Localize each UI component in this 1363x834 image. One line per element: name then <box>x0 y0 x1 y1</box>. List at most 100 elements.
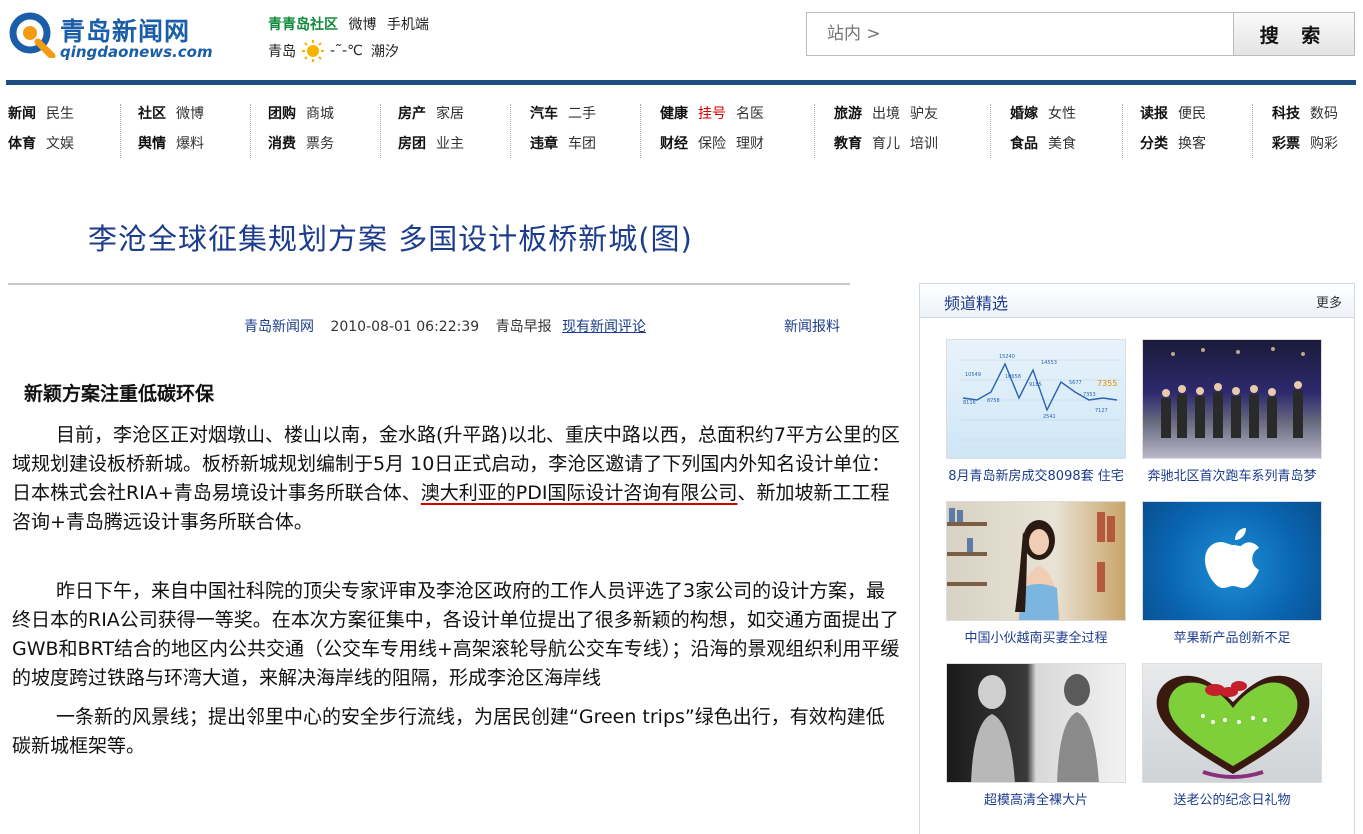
chart-value: 14553 <box>1041 360 1057 366</box>
nav-link[interactable]: 彩票 <box>1272 136 1300 152</box>
nav-link[interactable]: 房团 <box>398 136 426 152</box>
apple-product-thumbnail[interactable] <box>1142 501 1322 621</box>
chart-value: 9185 <box>1029 382 1042 388</box>
weather-widget: 青岛 -˜-℃ 潮汐 <box>268 40 399 62</box>
nav-link[interactable]: 爆料 <box>176 136 204 152</box>
nav-group-shopping: 团购 商城 消费 票务 <box>268 100 344 160</box>
nav-link[interactable]: 科技 <box>1272 106 1300 122</box>
chart-value: 10549 <box>965 372 981 378</box>
article-body: 新颖方案注重低碳环保 目前，李沧区正对烟墩山、楼山以南，金水路(升平路)以北、重… <box>12 380 902 761</box>
nav-group-wedding: 婚嫁 女性 食品 美食 <box>1010 100 1086 160</box>
weather-city: 青岛 <box>268 44 296 60</box>
nav-link[interactable]: 食品 <box>1010 136 1038 152</box>
thumbnail-caption[interactable]: 送老公的纪念日礼物 <box>1134 789 1330 808</box>
comments-link[interactable]: 现有新闻评论 <box>562 319 646 335</box>
chart-value: 10658 <box>1005 374 1021 380</box>
logo-mark-icon <box>9 12 56 58</box>
nav-link[interactable]: 新闻 <box>8 106 36 122</box>
chart-value: 7353 <box>1083 392 1096 398</box>
model-photo-thumbnail[interactable] <box>946 663 1126 783</box>
channel-picks-panel: 频道精选 更多 10549 15240 14553 8116 8758 1065… <box>919 283 1355 834</box>
panel-title: 频道精选 <box>944 294 1009 313</box>
nav-link[interactable]: 财经 <box>660 136 688 152</box>
thumbnail-caption[interactable]: 苹果新产品创新不足 <box>1134 627 1330 646</box>
nav-link[interactable]: 购彩 <box>1310 136 1338 152</box>
nav-link[interactable]: 育儿 <box>872 136 900 152</box>
community-link[interactable]: 青青岛社区 <box>268 17 338 33</box>
nav-group-tech: 科技 数码 彩票 购彩 <box>1272 100 1338 160</box>
site-logo[interactable]: 青岛新闻网 qingdaonews.com <box>8 10 223 66</box>
nav-group-community: 社区 微博 舆情 爆料 <box>138 100 214 160</box>
nav-link[interactable]: 出境 <box>872 106 900 122</box>
portrait-thumbnail[interactable] <box>946 501 1126 621</box>
nav-group-paper: 读报 便民 分类 换客 <box>1140 100 1216 160</box>
nav-divider <box>120 104 121 158</box>
nav-link[interactable]: 数码 <box>1310 106 1338 122</box>
nav-link[interactable]: 美食 <box>1048 136 1076 152</box>
event-photo-graphic <box>1161 347 1305 438</box>
nav-link[interactable]: 消费 <box>268 136 296 152</box>
nav-link[interactable]: 舆情 <box>138 136 166 152</box>
nav-divider <box>250 104 251 158</box>
article-source: 青岛新闻网 <box>244 319 314 335</box>
nav-link[interactable]: 业主 <box>436 136 464 152</box>
nav-link[interactable]: 民生 <box>46 106 74 122</box>
article-title: 李沧全球征集规划方案 多国设计板桥新城(图) <box>88 222 693 256</box>
highlighted-company: 澳大利亚的PDI国际设计咨询有限公司 <box>420 482 738 504</box>
nav-link[interactable]: 女性 <box>1048 106 1076 122</box>
article-meta: 青岛新闻网 2010-08-01 06:22:39 青岛早报 现有新闻评论 <box>244 316 646 336</box>
car-event-thumbnail[interactable] <box>1142 339 1322 459</box>
nav-divider <box>640 104 641 158</box>
nav-link[interactable]: 社区 <box>138 106 166 122</box>
panel-header: 频道精选 更多 <box>920 284 1354 318</box>
more-link[interactable]: 更多 <box>1316 292 1342 311</box>
nav-link[interactable]: 汽车 <box>530 106 558 122</box>
nav-link[interactable]: 团购 <box>268 106 296 122</box>
tide-link[interactable]: 潮汐 <box>371 41 399 61</box>
nav-link[interactable]: 微博 <box>176 106 204 122</box>
thumbnail-caption[interactable]: 超模高清全裸大片 <box>938 789 1134 808</box>
thumbnail-caption[interactable]: 8月青岛新房成交8098套 住宅 <box>938 465 1134 484</box>
nav-link[interactable]: 婚嫁 <box>1010 106 1038 122</box>
nav-divider <box>814 104 815 158</box>
nav-link[interactable]: 旅游 <box>834 106 862 122</box>
search-input[interactable] <box>807 13 1233 55</box>
nav-link[interactable]: 体育 <box>8 136 36 152</box>
nav-link[interactable]: 教育 <box>834 136 862 152</box>
nav-group-news: 新闻 民生 体育 文娱 <box>8 100 84 160</box>
nav-link[interactable]: 车团 <box>568 136 596 152</box>
article-paragraph: 昨日下午，来自中国社科院的顶尖专家评审及李沧区政府的工作人员评选了3家公司的设计… <box>12 580 900 689</box>
nav-link[interactable]: 理财 <box>736 136 764 152</box>
news-tip-link[interactable]: 新闻报料 <box>784 316 840 336</box>
nav-link[interactable]: 培训 <box>910 136 938 152</box>
nav-link[interactable]: 文娱 <box>46 136 74 152</box>
chart-value: 5677 <box>1069 380 1082 386</box>
nav-link[interactable]: 房产 <box>398 106 426 122</box>
search-button[interactable]: 搜 索 <box>1233 12 1355 56</box>
nav-link[interactable]: 家居 <box>436 106 464 122</box>
nav-link[interactable]: 票务 <box>306 136 334 152</box>
thumbnail-caption[interactable]: 中国小伙越南买妻全过程 <box>938 627 1134 646</box>
article-datetime: 2010-08-01 06:22:39 <box>330 319 480 335</box>
cake-gift-thumbnail[interactable] <box>1142 663 1322 783</box>
housing-chart-thumbnail[interactable]: 10549 15240 14553 8116 8758 10658 9185 5… <box>946 339 1126 459</box>
nav-link[interactable]: 商城 <box>306 106 334 122</box>
nav-link[interactable]: 读报 <box>1140 106 1168 122</box>
weibo-link[interactable]: 微博 <box>348 17 376 33</box>
mobile-link[interactable]: 手机端 <box>387 17 429 33</box>
nav-link[interactable]: 名医 <box>736 106 764 122</box>
nav-link[interactable]: 保险 <box>698 136 726 152</box>
nav-link[interactable]: 便民 <box>1178 106 1206 122</box>
article-paragraph: 一条新的风景线；提出邻里中心的安全步行流线，为居民创建“Green trips”… <box>12 706 885 757</box>
nav-link[interactable]: 分类 <box>1140 136 1168 152</box>
nav-link[interactable]: 二手 <box>568 106 596 122</box>
chart-value: 15240 <box>999 354 1015 360</box>
nav-divider <box>990 104 991 158</box>
thumbnail-caption[interactable]: 奔驰北区首次跑车系列青岛梦 <box>1134 465 1330 484</box>
nav-group-auto: 汽车 二手 违章 车团 <box>530 100 606 160</box>
nav-link[interactable]: 驴友 <box>910 106 938 122</box>
nav-link[interactable]: 健康 <box>660 106 688 122</box>
nav-link[interactable]: 违章 <box>530 136 558 152</box>
nav-link[interactable]: 换客 <box>1178 136 1206 152</box>
nav-link[interactable]: 挂号 <box>698 106 726 122</box>
